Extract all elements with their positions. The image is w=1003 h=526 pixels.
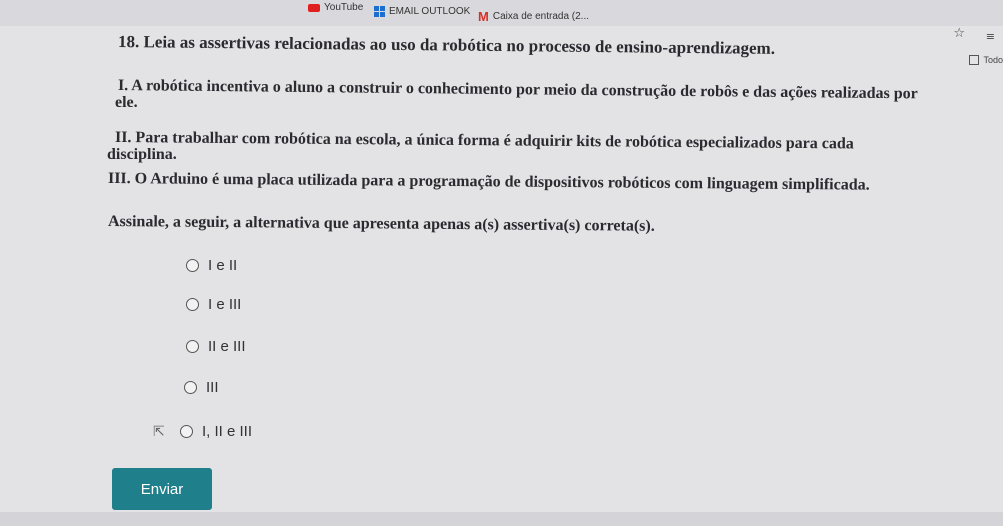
radio-button[interactable] <box>180 425 193 438</box>
bookmark-star-icon[interactable]: ☆ <box>953 26 965 41</box>
instruction-text: Assinale, a seguir, a alternativa que ap… <box>107 213 655 235</box>
option-5[interactable]: I, II e III <box>180 423 252 440</box>
statement-2-line-1: II. Para trabalhar com robótica na escol… <box>114 129 854 153</box>
checkbox-icon <box>969 55 980 65</box>
youtube-icon <box>308 3 320 12</box>
statement-1-line-1: I. A robótica incentiva o aluno a constr… <box>117 77 918 103</box>
radio-button[interactable] <box>186 340 199 353</box>
apps-grid-icon <box>374 6 385 17</box>
radio-button[interactable] <box>186 298 199 311</box>
option-2-label: I e III <box>208 296 242 313</box>
bookmark-gmail-label: Caixa de entrada (2... <box>492 11 590 22</box>
bookmark-youtube-label: YouTube <box>324 2 364 13</box>
option-5-label: I, II e III <box>202 423 253 440</box>
todo-label: Todo <box>983 55 1003 65</box>
option-1[interactable]: I e II <box>186 257 237 274</box>
submit-button[interactable]: Enviar <box>112 468 212 510</box>
gmail-icon: M <box>478 9 489 24</box>
option-1-label: I e II <box>208 257 238 274</box>
todo-checkbox[interactable]: Todo <box>969 55 1003 65</box>
option-4-label: III <box>206 379 219 396</box>
bookmark-gmail[interactable]: M Caixa de entrada (2... <box>478 9 589 24</box>
question-title: 18. Leia as assertivas relacionadas ao u… <box>117 32 776 58</box>
option-3[interactable]: II e III <box>186 338 246 355</box>
taskbar-strip <box>0 512 1003 526</box>
statement-2-line-2: disciplina. <box>107 146 177 163</box>
statement-1-line-2: ele. <box>115 94 138 111</box>
radio-button[interactable] <box>186 259 199 272</box>
option-2[interactable]: I e III <box>186 296 241 313</box>
radio-button[interactable] <box>184 381 197 394</box>
bookmark-outlook-label: EMAIL OUTLOOK <box>389 6 471 17</box>
option-3-label: II e III <box>208 338 246 355</box>
reading-list-icon[interactable]: ≡ <box>986 30 995 43</box>
bookmark-outlook[interactable]: EMAIL OUTLOOK <box>374 6 470 17</box>
mouse-pointer-icon: ⇱ <box>153 424 165 440</box>
bookmark-youtube[interactable]: YouTube <box>308 2 363 13</box>
option-4[interactable]: III <box>184 379 219 396</box>
statement-3: III. O Arduino é uma placa utilizada par… <box>107 170 870 194</box>
bookmarks-bar: YouTube EMAIL OUTLOOK M Caixa de entrada… <box>0 0 1003 26</box>
